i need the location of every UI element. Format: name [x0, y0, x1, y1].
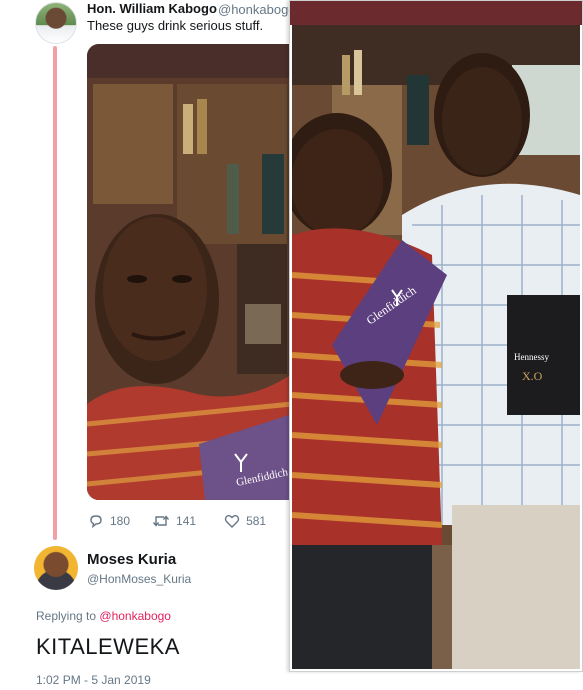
tweet-author-handle[interactable]: @honkabogo: [218, 2, 296, 17]
like-action[interactable]: 581: [224, 513, 266, 529]
thread-connector-line: [53, 46, 57, 540]
retweet-action[interactable]: 141: [152, 513, 196, 529]
author-avatar[interactable]: [35, 2, 77, 44]
replying-to-line: Replying to @honkabogo: [36, 609, 171, 623]
retweet-count: 141: [176, 514, 197, 528]
hennessy-box-label: Hennessy: [514, 352, 549, 362]
like-icon: [224, 515, 240, 528]
reply-action[interactable]: 180: [88, 513, 130, 529]
reply-author-name[interactable]: Moses Kuria: [87, 551, 176, 568]
overlay-photo: Hennessy X.O Glenfiddich: [289, 0, 583, 672]
reply-text: KITALEWEKA: [36, 634, 180, 659]
tweet-actions: 180 141 581: [88, 512, 288, 530]
retweet-icon: [152, 515, 170, 527]
reply-author-avatar[interactable]: [34, 546, 78, 590]
hennessy-box-sub: X.O: [522, 369, 543, 383]
like-count: 581: [246, 514, 267, 528]
reply-icon: [90, 515, 102, 529]
replying-to-mention[interactable]: @honkabogo: [99, 609, 171, 623]
reply-timestamp[interactable]: 1:02 PM - 5 Jan 2019: [36, 673, 151, 687]
tweet-text: These guys drink serious stuff.: [87, 18, 264, 33]
reply-count: 180: [110, 514, 131, 528]
tweet-author-name[interactable]: Hon. William Kabogo: [87, 1, 217, 16]
replying-to-label: Replying to: [36, 609, 97, 623]
tweet-photo[interactable]: Glenfiddich: [87, 44, 292, 500]
reply-author-handle[interactable]: @HonMoses_Kuria: [87, 572, 191, 586]
